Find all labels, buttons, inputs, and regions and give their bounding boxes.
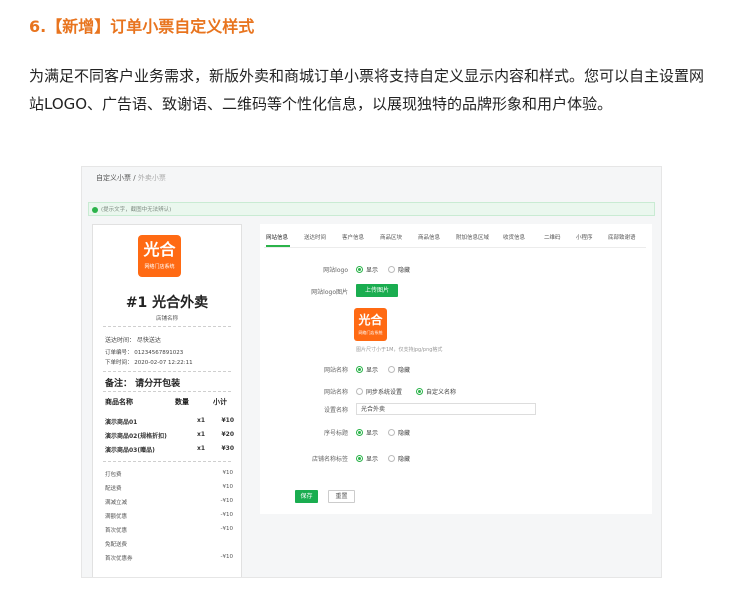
tab-product-info[interactable]: 商品信息 <box>418 233 440 241</box>
tip-bar: (提示文字，截图中无法辨认) <box>88 202 655 216</box>
item-price: ¥20 <box>221 431 234 438</box>
item-qty: x1 <box>197 431 206 438</box>
tab-product-block[interactable]: 商品区块 <box>380 233 402 241</box>
item-price: ¥10 <box>221 417 234 424</box>
logo-label: 网站logo <box>323 267 348 274</box>
item-name: 演示商品01 <box>105 419 138 426</box>
radio-icon <box>388 366 395 373</box>
fee-value: -¥10 <box>220 554 233 560</box>
active-tab-indicator <box>266 245 290 247</box>
divider <box>103 326 231 327</box>
info-icon <box>92 207 98 213</box>
tab-site-info[interactable]: 网站信息 <box>266 233 288 241</box>
tip-text: (提示文字，截图中无法辨认) <box>101 207 172 213</box>
tab-delivery-time[interactable]: 送达时间 <box>304 233 326 241</box>
fee-label: 满额优惠 <box>105 514 128 520</box>
tab-shipping-info[interactable]: 收货信息 <box>503 233 525 241</box>
breadcrumb-sub: 外卖小票 <box>137 174 166 182</box>
name-source-label: 网站名称 <box>323 389 348 396</box>
settings-panel: 网站信息 送达时间 客户信息 商品区块 商品信息 附加信息区域 收货信息 二维码… <box>260 224 652 514</box>
fee-label: 免配送费 <box>105 542 128 548</box>
fee-value: ¥10 <box>222 484 234 490</box>
fee-value: -¥10 <box>220 498 233 504</box>
radio-checked-icon <box>356 266 363 273</box>
radio-checked-icon <box>356 366 363 373</box>
item-qty: x1 <box>197 417 206 424</box>
tab-divider <box>264 247 646 248</box>
receipt-title: #1 光合外卖 <box>125 295 209 311</box>
breadcrumb-main[interactable]: 自定义小票 <box>96 174 131 182</box>
radio-icon <box>356 388 363 395</box>
receipt-shop-name: 店铺名称 <box>155 316 178 322</box>
site-name-show-radio[interactable]: 显示 <box>356 365 378 374</box>
section-heading: 6.【新增】订单小票自定义样式 <box>29 17 255 36</box>
fee-label: 首次优惠券 <box>105 556 133 562</box>
logo-show-radio[interactable]: 显示 <box>356 265 378 274</box>
serial-title-label: 序号标题 <box>323 430 348 437</box>
item-price: ¥30 <box>221 445 234 452</box>
custom-name-radio[interactable]: 自定义名称 <box>416 387 456 396</box>
radio-icon <box>388 266 395 273</box>
receipt-logo: 光合 网络门店系统 <box>138 235 181 277</box>
reset-button[interactable]: 重置 <box>328 490 355 503</box>
logo-hide-radio[interactable]: 隐藏 <box>388 265 410 274</box>
tab-customer-info[interactable]: 客户信息 <box>342 233 364 241</box>
fee-value: -¥10 <box>220 512 233 518</box>
divider <box>103 461 231 462</box>
item-qty: x1 <box>197 445 206 452</box>
ui-screenshot: 自定义小票 / 外卖小票 (提示文字，截图中无法辨认) 光合 网络门店系统 #1… <box>81 166 662 578</box>
fee-label: 打包费 <box>105 472 122 478</box>
radio-checked-icon <box>356 429 363 436</box>
order-number: 订单编号： 01234567891023 <box>105 350 184 356</box>
radio-icon <box>388 455 395 462</box>
upload-image-button[interactable]: 上传图片 <box>356 284 398 297</box>
item-name: 演示商品03(赠品) <box>105 447 155 454</box>
divider <box>103 371 231 372</box>
receipt-note: 备注： 请分开包装 <box>105 379 181 389</box>
tag-hide-radio[interactable]: 隐藏 <box>388 454 410 463</box>
fee-label: 首次优惠 <box>105 528 128 534</box>
custom-name-label: 设置名称 <box>323 407 348 414</box>
upload-hint: 图片尺寸小于1M，仅支持jpg/png格式 <box>356 347 443 353</box>
sync-system-radio[interactable]: 同步系统设置 <box>356 387 402 396</box>
serial-hide-radio[interactable]: 隐藏 <box>388 428 410 437</box>
radio-icon <box>388 429 395 436</box>
breadcrumb: 自定义小票 / 外卖小票 <box>96 174 166 182</box>
delivery-time: 送达时间： 尽快送达 <box>105 337 161 344</box>
fee-label: 配送费 <box>105 486 122 492</box>
receipt-preview: 光合 网络门店系统 #1 光合外卖 店铺名称 送达时间： 尽快送达 订单编号： … <box>92 224 242 577</box>
fee-label: 满减立减 <box>105 500 128 506</box>
order-time: 下单时间： 2020-02-07 12:22:11 <box>105 360 193 366</box>
divider <box>103 391 231 392</box>
radio-checked-icon <box>416 388 423 395</box>
tab-footer-thanks[interactable]: 底部致谢语 <box>608 233 636 241</box>
custom-name-input[interactable]: 光合外卖 <box>356 403 536 415</box>
serial-show-radio[interactable]: 显示 <box>356 428 378 437</box>
fee-value: -¥10 <box>220 526 233 532</box>
shop-name-tag-label: 店铺名称标签 <box>311 456 348 463</box>
tab-mini-program[interactable]: 小程序 <box>576 233 593 241</box>
site-name-label: 网站名称 <box>323 367 348 374</box>
logo-image-label: 网站logo图片 <box>311 289 348 296</box>
logo-preview: 光合 网络门店系统 <box>354 308 387 341</box>
col-qty: 数量 <box>175 398 189 406</box>
col-subtotal: 小计 <box>213 398 227 406</box>
tab-extra-info[interactable]: 附加信息区域 <box>456 233 489 241</box>
item-name: 演示商品02(规格折扣) <box>105 433 167 440</box>
site-name-hide-radio[interactable]: 隐藏 <box>388 365 410 374</box>
tag-show-radio[interactable]: 显示 <box>356 454 378 463</box>
save-button[interactable]: 保存 <box>295 490 318 503</box>
radio-checked-icon <box>356 455 363 462</box>
description-paragraph: 为满足不同客户业务需求，新版外卖和商城订单小票将支持自定义显示内容和样式。您可以… <box>29 67 705 113</box>
tab-qrcode[interactable]: 二维码 <box>544 233 561 241</box>
col-name: 商品名称 <box>105 398 133 406</box>
fee-value: ¥10 <box>222 470 234 476</box>
